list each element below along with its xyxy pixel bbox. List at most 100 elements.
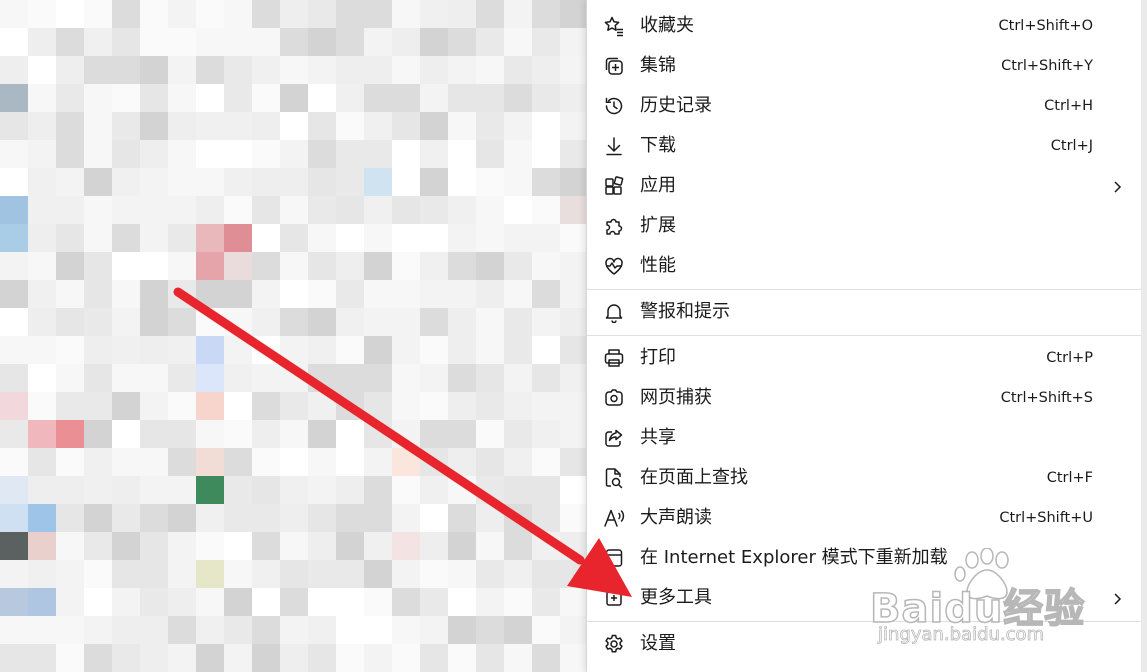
menu-item-print[interactable]: 打印 Ctrl+P (587, 338, 1142, 378)
mosaic-cell (448, 224, 476, 252)
mosaic-cell (476, 336, 504, 364)
mosaic-cell (280, 56, 308, 84)
mosaic-cell (112, 196, 140, 224)
menu-item-more-tools[interactable]: 更多工具 (587, 578, 1142, 618)
mosaic-cell (112, 112, 140, 140)
mosaic-cell (56, 0, 84, 28)
mosaic-cell (168, 308, 196, 336)
mosaic-cell (168, 224, 196, 252)
mosaic-cell (168, 0, 196, 28)
mosaic-cell (112, 56, 140, 84)
mosaic-cell (84, 336, 112, 364)
mosaic-cell (140, 448, 168, 476)
mosaic-cell (140, 364, 168, 392)
menu-item-collections[interactable]: 集锦 Ctrl+Shift+Y (587, 46, 1142, 86)
mosaic-cell (28, 224, 56, 252)
mosaic-cell (280, 336, 308, 364)
mosaic-cell (252, 560, 280, 588)
menu-item-downloads[interactable]: 下载 Ctrl+J (587, 126, 1142, 166)
menu-item-alerts[interactable]: 警报和提示 (587, 292, 1142, 332)
mosaic-cell (336, 252, 364, 280)
history-icon (603, 95, 625, 117)
mosaic-cell (84, 420, 112, 448)
menu-item-shortcut: Ctrl+P (1046, 350, 1093, 366)
mosaic-cell (28, 392, 56, 420)
mosaic-cell (560, 280, 586, 308)
mosaic-cell (0, 224, 28, 252)
menu-item-settings[interactable]: 设置 (587, 624, 1142, 664)
mosaic-cell (168, 476, 196, 504)
mosaic-cell (392, 448, 420, 476)
mosaic-cell (532, 168, 560, 196)
mosaic-cell (140, 392, 168, 420)
menu-item-label: 在 Internet Explorer 模式下重新加载 (640, 547, 948, 568)
menu-item-label: 收藏夹 (640, 15, 694, 36)
mosaic-cell (0, 364, 28, 392)
mosaic-cell (28, 140, 56, 168)
mosaic-cell (336, 168, 364, 196)
mosaic-cell (420, 252, 448, 280)
menu-item-label: 扩展 (640, 215, 676, 236)
mosaic-cell (308, 252, 336, 280)
menu-item-find-on-page[interactable]: 在页面上查找 Ctrl+F (587, 458, 1142, 498)
mosaic-cell (28, 560, 56, 588)
mosaic-cell (364, 364, 392, 392)
mosaic-cell (252, 420, 280, 448)
mosaic-cell (420, 616, 448, 644)
mosaic-cell (112, 616, 140, 644)
mosaic-cell (532, 420, 560, 448)
mosaic-cell (0, 140, 28, 168)
mosaic-cell (448, 476, 476, 504)
mosaic-cell (168, 168, 196, 196)
menu-item-apps[interactable]: 应用 (587, 166, 1142, 206)
mosaic-cell (308, 476, 336, 504)
mosaic-cell (84, 196, 112, 224)
mosaic-cell (0, 84, 28, 112)
menu-item-label: 下载 (640, 135, 676, 156)
mosaic-cell (0, 308, 28, 336)
mosaic-cell (224, 392, 252, 420)
mosaic-cell (28, 448, 56, 476)
menu-item-history[interactable]: 历史记录 Ctrl+H (587, 86, 1142, 126)
mosaic-cell (532, 308, 560, 336)
menu-item-read-aloud[interactable]: 大声朗读 Ctrl+Shift+U (587, 498, 1142, 538)
mosaic-cell (84, 588, 112, 616)
menu-item-share[interactable]: 共享 (587, 418, 1142, 458)
mosaic-cell (168, 504, 196, 532)
mosaic-cell (280, 308, 308, 336)
mosaic-cell (112, 644, 140, 672)
mosaic-cell (280, 84, 308, 112)
mosaic-cell (84, 252, 112, 280)
menu-item-performance[interactable]: 性能 (587, 246, 1142, 286)
mosaic-cell (112, 532, 140, 560)
mosaic-cell (224, 140, 252, 168)
menu-item-ie-mode[interactable]: 在 Internet Explorer 模式下重新加载 (587, 538, 1142, 578)
mosaic-cell (252, 0, 280, 28)
menu-item-web-capture[interactable]: 网页捕获 Ctrl+Shift+S (587, 378, 1142, 418)
mosaic-cell (476, 252, 504, 280)
mosaic-cell (28, 168, 56, 196)
mosaic-cell (140, 28, 168, 56)
mosaic-cell (140, 532, 168, 560)
menu-item-favorites[interactable]: 收藏夹 Ctrl+Shift+O (587, 6, 1142, 46)
mosaic-cell (140, 616, 168, 644)
menu-item-extensions[interactable]: 扩展 (587, 206, 1142, 246)
mosaic-cell (364, 448, 392, 476)
mosaic-cell (140, 280, 168, 308)
mosaic-cell (252, 448, 280, 476)
mosaic-cell (308, 588, 336, 616)
mosaic-cell (392, 532, 420, 560)
mosaic-cell (224, 504, 252, 532)
mosaic-cell (336, 448, 364, 476)
mosaic-cell (364, 280, 392, 308)
mosaic-cell (196, 616, 224, 644)
mosaic-cell (420, 392, 448, 420)
mosaic-cell (252, 476, 280, 504)
mosaic-cell (168, 532, 196, 560)
download-icon (603, 135, 625, 157)
mosaic-cell (56, 476, 84, 504)
mosaic-cell (56, 56, 84, 84)
mosaic-cell (336, 224, 364, 252)
mosaic-cell (56, 420, 84, 448)
mosaic-cell (252, 56, 280, 84)
